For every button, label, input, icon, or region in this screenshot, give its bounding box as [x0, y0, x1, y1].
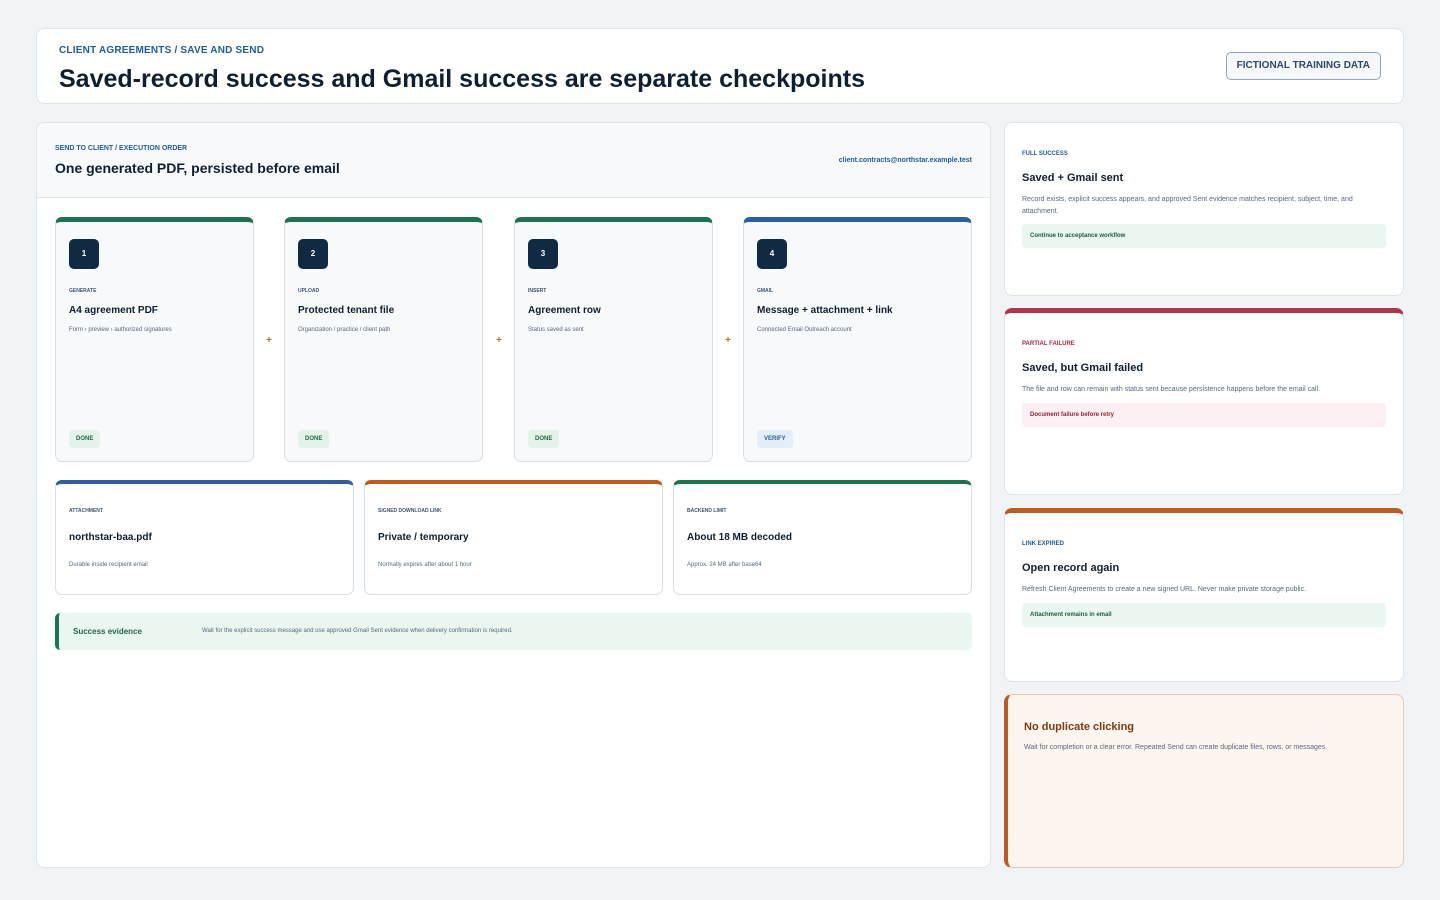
side-eyebrow: FULL SUCCESS — [1022, 151, 1068, 157]
page-title: Saved-record success and Gmail success a… — [59, 65, 865, 93]
backend-limit-card: BACKEND LIMIT About 18 MB decoded Approx… — [673, 480, 972, 595]
step-card-upload[interactable]: 2 UPLOAD Protected tenant file Organizat… — [284, 217, 483, 462]
step-card-insert[interactable]: 3 INSERT Agreement row Status saved as s… — [514, 217, 713, 462]
attachment-filename[interactable]: northstar-baa.pdf — [69, 532, 152, 543]
step-description: Connected Email Outreach account — [757, 327, 852, 333]
step-eyebrow: INSERT — [528, 288, 547, 294]
step-eyebrow: GENERATE — [69, 288, 97, 294]
step-status-badge: VERIFY — [757, 430, 793, 448]
step-description: Status saved as sent — [528, 327, 584, 333]
fictional-data-badge: FICTIONAL TRAINING DATA — [1225, 52, 1381, 80]
step-number: 1 — [69, 239, 99, 269]
info-title: Private / temporary — [378, 532, 469, 543]
side-description: Record exists, explicit success appears,… — [1022, 196, 1353, 215]
next-action-pill[interactable]: Continue to acceptance workflow — [1022, 224, 1386, 248]
step-eyebrow: GMAIL — [757, 288, 774, 294]
plus-connector: + — [266, 335, 272, 346]
side-description: The file and row can remain with status … — [1022, 386, 1321, 393]
attachment-card: ATTACHMENT northstar-baa.pdf Durable ins… — [55, 480, 354, 595]
panel-title: One generated PDF, persisted before emai… — [55, 160, 340, 176]
evidence-text: Wait for the explicit success message an… — [202, 628, 513, 634]
step-card-generate[interactable]: 1 GENERATE A4 agreement PDF Form › previ… — [55, 217, 254, 462]
step-number: 4 — [757, 239, 787, 269]
warning-description: Wait for completion or a clear error. Re… — [1024, 744, 1328, 751]
step-description: Organization / practice / client path — [298, 327, 391, 333]
next-action-pill[interactable]: Document failure before retry — [1022, 403, 1386, 427]
info-description: Normally expires after about 1 hour — [378, 562, 472, 568]
success-evidence-banner: Success evidence Wait for the explicit s… — [55, 613, 972, 650]
page-header: CLIENT AGREEMENTS / SAVE AND SEND Saved-… — [36, 28, 1404, 104]
execution-order-panel: SEND TO CLIENT / EXECUTION ORDER One gen… — [36, 122, 991, 868]
step-number: 2 — [298, 239, 328, 269]
signed-link-card: SIGNED DOWNLOAD LINK Private / temporary… — [364, 480, 663, 595]
side-title: Saved + Gmail sent — [1022, 172, 1124, 184]
link-expired-card: LINK EXPIRED Open record again Refresh C… — [1004, 508, 1404, 682]
side-eyebrow: LINK EXPIRED — [1022, 541, 1065, 547]
breadcrumb[interactable]: CLIENT AGREEMENTS / SAVE AND SEND — [59, 45, 264, 56]
info-eyebrow: ATTACHMENT — [69, 508, 103, 514]
info-description: Approx. 24 MB after base64 — [687, 562, 762, 568]
info-eyebrow: BACKEND LIMIT — [687, 508, 727, 514]
evidence-label: Success evidence — [73, 627, 142, 636]
side-title: Open record again — [1022, 562, 1120, 574]
info-description: Durable inside recipient email — [69, 562, 148, 568]
recipient-email: client.contracts@northstar.example.test — [838, 157, 972, 164]
next-action-pill[interactable]: Attachment remains in email — [1022, 603, 1386, 627]
step-number: 3 — [528, 239, 558, 269]
side-eyebrow: PARTIAL FAILURE — [1022, 341, 1075, 347]
panel-header: SEND TO CLIENT / EXECUTION ORDER One gen… — [37, 123, 990, 198]
side-title: Saved, but Gmail failed — [1022, 362, 1144, 374]
full-success-card: FULL SUCCESS Saved + Gmail sent Record e… — [1004, 122, 1404, 296]
warning-title: No duplicate clicking — [1024, 721, 1135, 733]
step-title: Protected tenant file — [298, 305, 395, 316]
panel-eyebrow: SEND TO CLIENT / EXECUTION ORDER — [55, 145, 188, 152]
partial-failure-card: PARTIAL FAILURE Saved, but Gmail failed … — [1004, 308, 1404, 495]
step-status-badge: DONE — [298, 430, 330, 448]
step-status-badge: DONE — [69, 430, 101, 448]
info-title: About 18 MB decoded — [687, 532, 793, 543]
step-card-gmail[interactable]: 4 GMAIL Message + attachment + link Conn… — [743, 217, 972, 462]
step-title: A4 agreement PDF — [69, 305, 158, 316]
step-eyebrow: UPLOAD — [298, 288, 320, 294]
plus-connector: + — [725, 335, 731, 346]
step-title: Agreement row — [528, 305, 601, 316]
step-title: Message + attachment + link — [757, 305, 893, 316]
step-status-badge: DONE — [528, 430, 560, 448]
plus-connector: + — [496, 335, 502, 346]
step-description: Form › preview › authorized signatures — [69, 327, 172, 333]
no-duplicate-warning-card: No duplicate clicking Wait for completio… — [1004, 694, 1404, 868]
side-description: Refresh Client Agreements to create a ne… — [1022, 586, 1307, 593]
info-eyebrow: SIGNED DOWNLOAD LINK — [378, 508, 442, 514]
